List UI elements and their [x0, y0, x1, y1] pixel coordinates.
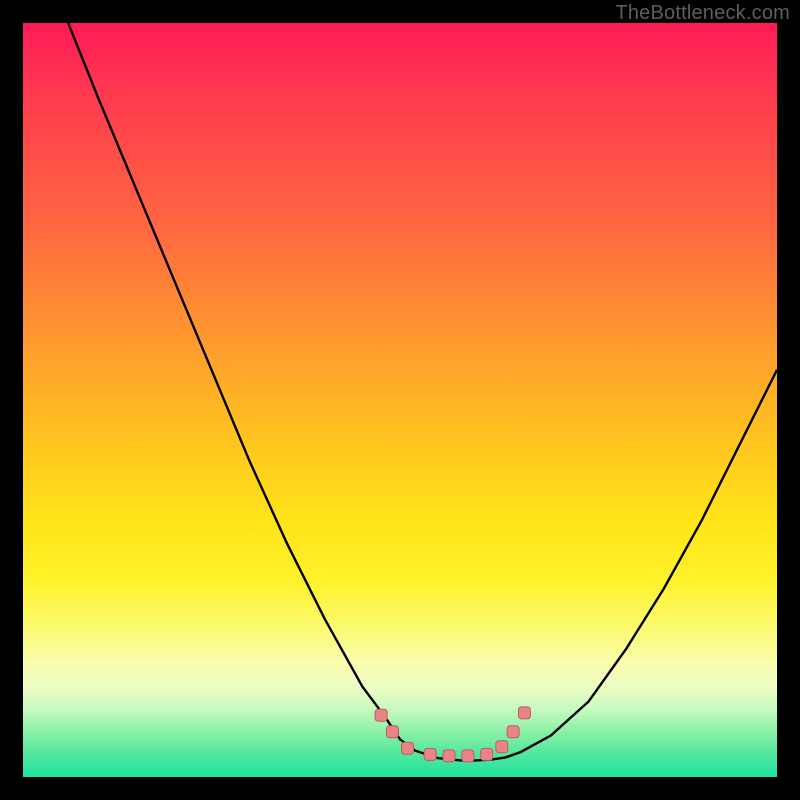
curve-marker	[387, 726, 399, 738]
curve-marker	[507, 726, 519, 738]
chart-frame: TheBottleneck.com	[0, 0, 800, 800]
curve-marker	[518, 707, 530, 719]
curve-markers	[375, 707, 530, 762]
bottleneck-curve	[68, 23, 777, 760]
curve-marker	[424, 748, 436, 760]
bottleneck-curve-svg	[23, 23, 777, 777]
curve-marker	[375, 709, 387, 721]
curve-marker	[443, 750, 455, 762]
curve-marker	[496, 741, 508, 753]
curve-marker	[481, 748, 493, 760]
curve-marker	[402, 742, 414, 754]
watermark-label: TheBottleneck.com	[615, 2, 790, 25]
plot-area	[23, 23, 777, 777]
curve-marker	[462, 750, 474, 762]
